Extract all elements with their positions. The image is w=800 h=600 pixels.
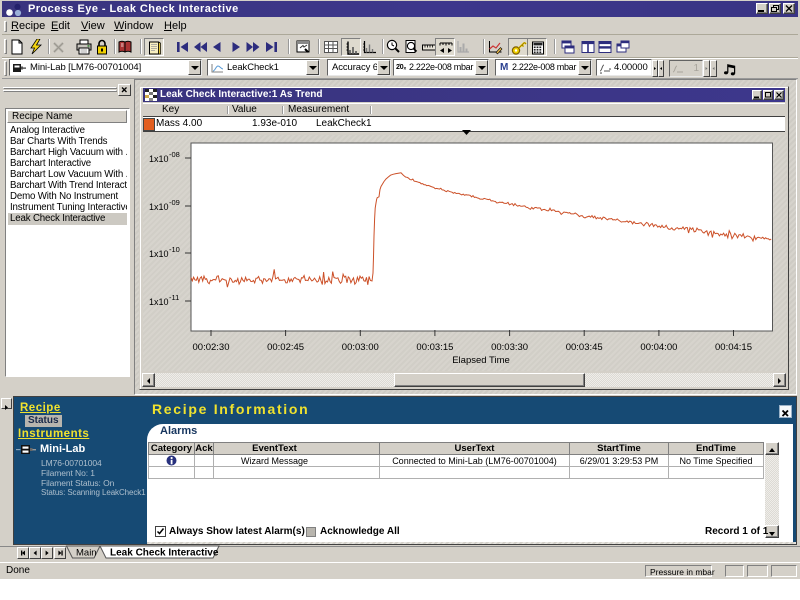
svg-text:-08: -08	[169, 150, 180, 159]
svg-text:1x10: 1x10	[149, 249, 169, 259]
svg-text:00:03:30: 00:03:30	[491, 342, 528, 353]
svg-text:1x10: 1x10	[149, 202, 169, 212]
svg-text:00:03:15: 00:03:15	[416, 342, 453, 353]
svg-text:00:03:45: 00:03:45	[566, 342, 603, 353]
svg-text:00:03:00: 00:03:00	[342, 342, 379, 353]
svg-text:-10: -10	[169, 245, 180, 254]
svg-text:-09: -09	[169, 198, 180, 207]
svg-text:Elapsed Time: Elapsed Time	[452, 355, 510, 366]
svg-text:00:02:45: 00:02:45	[267, 342, 304, 353]
svg-text:00:04:15: 00:04:15	[715, 342, 752, 353]
svg-text:1x10: 1x10	[149, 154, 169, 164]
svg-text:00:02:30: 00:02:30	[193, 342, 230, 353]
svg-text:1x10: 1x10	[149, 297, 169, 307]
svg-text:-11: -11	[169, 293, 179, 302]
svg-text:Leak Check Interactive: Leak Check Interactive	[110, 548, 219, 559]
svg-text:00:04:00: 00:04:00	[640, 342, 677, 353]
svg-text:Main: Main	[76, 548, 97, 559]
